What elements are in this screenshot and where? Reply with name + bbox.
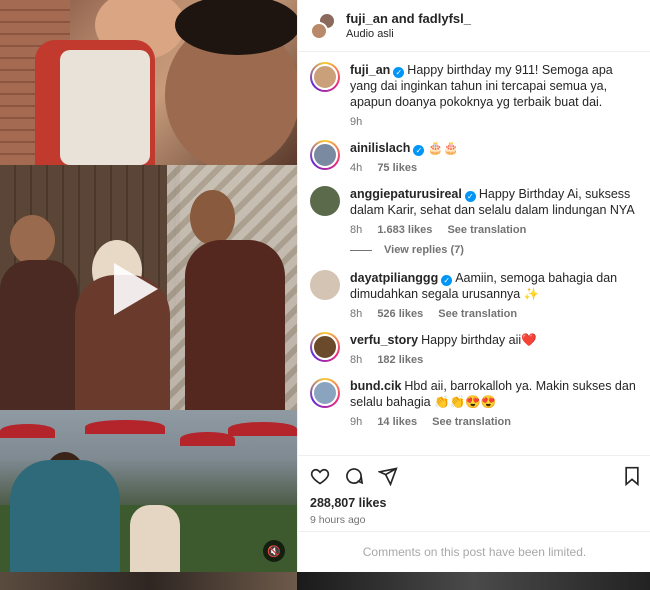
verified-icon: ✓ <box>413 145 425 156</box>
post-actions: 288,807 likes 9 hours ago <box>298 455 650 526</box>
post-time: 9 hours ago <box>310 514 366 526</box>
comment-likes[interactable]: 75 likes <box>377 162 417 174</box>
comment-username[interactable]: dayatpiliang​gg <box>350 271 438 285</box>
view-replies-button[interactable]: View replies (7) <box>350 244 638 256</box>
see-translation-link[interactable]: See translation <box>438 308 517 320</box>
verified-icon: ✓ <box>393 67 405 78</box>
post-header: fuji_an and fadlyfsl_ Audio asli <box>298 0 650 52</box>
verified-icon: ✓ <box>464 191 476 202</box>
list-item: bund.cik Hbd aii, barrokalloh ya. Makin s… <box>310 368 638 430</box>
comment-icon[interactable] <box>344 466 364 486</box>
comment-time: 9h <box>350 416 363 428</box>
list-item: dayatpiliang​gg ✓ Aamiin, semoga bahagia d… <box>310 256 638 322</box>
share-icon[interactable] <box>378 466 398 486</box>
caption: fuji_an ✓ Happy birthday my 911! Semoga ap… <box>310 52 638 130</box>
collab-avatar[interactable] <box>310 11 338 40</box>
audio-link[interactable]: Audio asli <box>346 28 471 40</box>
comments-limited-notice: Comments on this post have been limited. <box>298 531 650 572</box>
mute-icon[interactable]: 🔇 <box>263 540 285 562</box>
comment-text: Happy birthday aii❤️ <box>421 333 537 347</box>
list-item: ainilislach ✓ 🎂🎂 4h 75 likes <box>310 130 638 176</box>
media-frame-bottom <box>0 410 297 572</box>
comment-text: 🎂🎂 <box>427 141 459 155</box>
list-item: verfu_story Happy birthday aii❤️ 8h 182 l… <box>310 322 638 368</box>
verified-icon: ✓ <box>441 275 453 286</box>
post-authors[interactable]: fuji_an and fadlyfsl_ <box>346 11 471 26</box>
comment-time: 8h <box>350 354 363 366</box>
post-side-panel: fuji_an and fadlyfsl_ Audio asli fuji_an… <box>297 0 650 572</box>
comment-username[interactable]: ainilislach <box>350 141 410 155</box>
comment-likes[interactable]: 1.683 likes <box>377 224 432 236</box>
bookmark-icon[interactable] <box>623 466 641 486</box>
next-posts-strip <box>0 572 650 590</box>
comment-likes[interactable]: 14 likes <box>377 416 417 428</box>
comment-likes[interactable]: 526 likes <box>377 308 423 320</box>
view-replies-label: View replies (7) <box>384 244 464 256</box>
comment-username[interactable]: anggiepaturusireal <box>350 187 462 201</box>
see-translation-link[interactable]: See translation <box>447 224 526 236</box>
comment-time: 8h <box>350 224 363 236</box>
comment-likes[interactable]: 182 likes <box>377 354 423 366</box>
comment-time: 8h <box>350 308 363 320</box>
comment-username[interactable]: fuji_an <box>350 63 390 77</box>
comment-username[interactable]: verfu_story <box>350 333 418 347</box>
avatar[interactable] <box>310 378 340 408</box>
comment-time: 9h <box>350 116 363 128</box>
like-count[interactable]: 288,807 likes <box>310 496 639 510</box>
avatar[interactable] <box>310 270 340 300</box>
post-media[interactable]: 🔇 <box>0 0 297 572</box>
comment-username[interactable]: bund.cik <box>350 379 401 393</box>
list-item: anggiepaturusireal ✓ Happy Birthday Ai, su… <box>310 176 638 238</box>
avatar[interactable] <box>310 186 340 216</box>
comment-time: 4h <box>350 162 363 174</box>
avatar[interactable] <box>310 62 340 92</box>
avatar[interactable] <box>310 140 340 170</box>
see-translation-link[interactable]: See translation <box>432 416 511 428</box>
play-icon[interactable] <box>114 263 158 315</box>
heart-icon[interactable] <box>310 466 330 486</box>
avatar[interactable] <box>310 332 340 362</box>
media-frame-top <box>0 0 297 165</box>
comments-list: fuji_an ✓ Happy birthday my 911! Semoga ap… <box>298 52 650 430</box>
